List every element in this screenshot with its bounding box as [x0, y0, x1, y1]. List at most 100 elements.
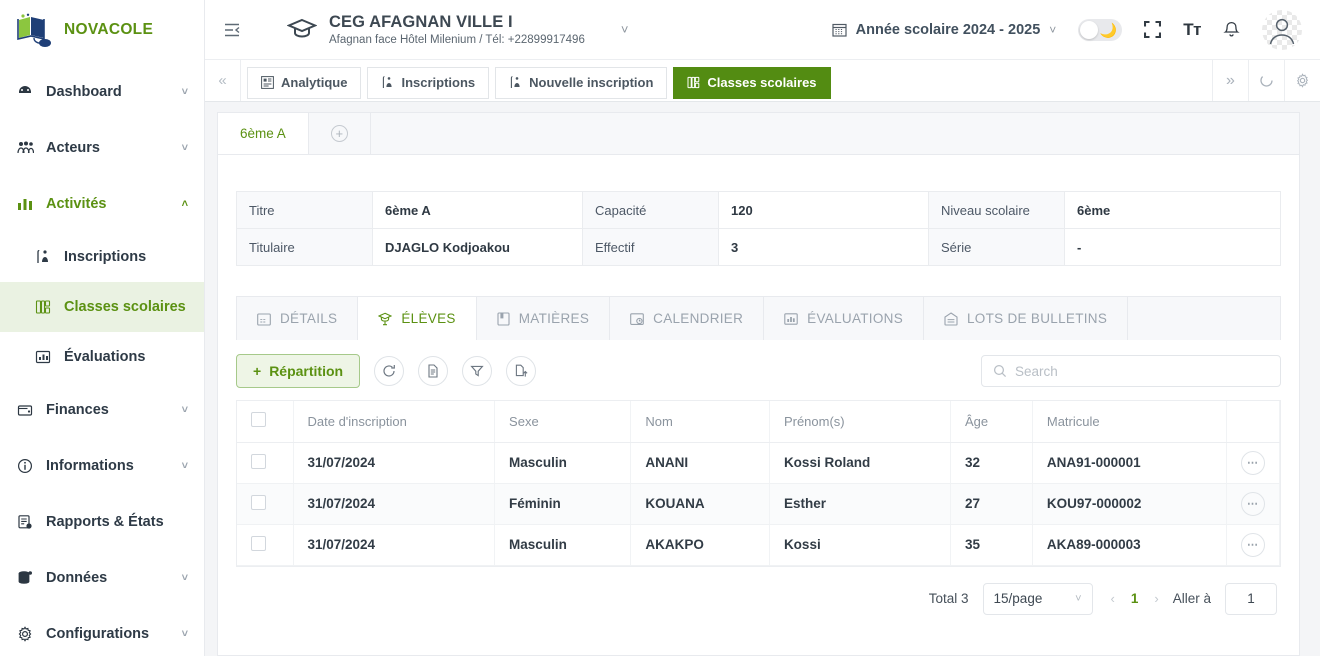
- sidebar-item-rapports-etats[interactable]: Rapports & États: [0, 494, 204, 550]
- row-select-cell: [237, 524, 294, 566]
- repartition-button[interactable]: + Répartition: [236, 354, 361, 388]
- tab-label: Classes scolaires: [707, 75, 817, 90]
- refresh-icon[interactable]: [1248, 60, 1284, 101]
- row-checkbox[interactable]: [251, 494, 266, 510]
- sidebar-item-configurations[interactable]: Configurations ˅: [0, 606, 204, 656]
- sidebar-nav: Dashboard ˅ Acteurs ˅ Activités ˄ Inscri…: [0, 60, 204, 656]
- gear-icon[interactable]: [1284, 60, 1320, 101]
- ellipsis-icon[interactable]: ⋯: [1241, 532, 1265, 557]
- tab-nouvelle-inscription[interactable]: Nouvelle inscription: [495, 66, 668, 99]
- tab-eleves[interactable]: ÉLÈVES: [358, 297, 477, 340]
- column-header-nom[interactable]: Nom: [630, 401, 770, 443]
- sidebar-collapse-icon[interactable]: [217, 15, 247, 45]
- page-number-1[interactable]: 1: [1131, 591, 1139, 606]
- gear-icon: [16, 625, 34, 643]
- pagination: Total 3 15/page ˅ ‹ 1 › Aller à: [218, 567, 1299, 615]
- table-row[interactable]: 31/07/2024 Féminin KOUANA Esther 27 KOU9…: [237, 483, 1280, 525]
- fullscreen-icon[interactable]: [1144, 21, 1162, 38]
- info-row: Titulaire DJAGLO Kodjoakou Effectif 3 Sé…: [236, 228, 1281, 266]
- column-header-age[interactable]: Âge: [950, 401, 1033, 443]
- column-header-date[interactable]: Date d'inscription: [293, 401, 496, 443]
- brand[interactable]: NOVACOLE: [0, 0, 204, 60]
- search-box[interactable]: [981, 355, 1281, 387]
- double-chevron-right-icon[interactable]: »: [1212, 60, 1248, 101]
- refresh-button[interactable]: [374, 356, 405, 386]
- sidebar: NOVACOLE Dashboard ˅ Acteurs ˅ Activités…: [0, 0, 205, 656]
- sidebar-item-acteurs[interactable]: Acteurs ˅: [0, 120, 204, 176]
- table-row[interactable]: 31/07/2024 Masculin AKAKPO Kossi 35 AKA8…: [237, 524, 1280, 566]
- goto-page-input[interactable]: [1225, 582, 1277, 615]
- sidebar-subitem-label: Classes scolaires: [64, 299, 186, 315]
- table-head: Date d'inscription Sexe Nom Prénom(s) Âg…: [237, 401, 1280, 443]
- class-tab-6eme-a[interactable]: 6ème A: [218, 113, 309, 154]
- tab-label: Nouvelle inscription: [529, 75, 654, 90]
- sidebar-item-inscriptions[interactable]: Inscriptions: [0, 232, 204, 282]
- classroom-icon: [34, 299, 52, 315]
- tab-matieres[interactable]: MATIÈRES: [477, 297, 611, 340]
- class-info-table: Titre 6ème A Capacité 120 Niveau scolair…: [236, 191, 1281, 266]
- school-name: CEG AFAGNAN VILLE I: [329, 12, 513, 31]
- cell-nom: ANANI: [630, 442, 770, 484]
- enrollment-icon: [34, 249, 52, 265]
- ellipsis-icon[interactable]: ⋯: [1241, 491, 1265, 516]
- page-size-select[interactable]: 15/page ˅: [982, 582, 1093, 615]
- document-button[interactable]: [418, 356, 449, 386]
- sidebar-item-finances[interactable]: Finances ˅: [0, 382, 204, 438]
- tab-analytique[interactable]: Analytique: [247, 66, 362, 99]
- tab-classes-scolaires[interactable]: Classes scolaires: [673, 66, 831, 99]
- row-checkbox[interactable]: [251, 453, 266, 469]
- cell-date: 31/07/2024: [293, 524, 496, 566]
- sidebar-item-evaluations[interactable]: Évaluations: [0, 332, 204, 382]
- topbar: CEG AFAGNAN VILLE I Afagnan face Hôtel M…: [205, 0, 1320, 60]
- sidebar-item-dashboard[interactable]: Dashboard ˅: [0, 64, 204, 120]
- sidebar-item-informations[interactable]: Informations ˅: [0, 438, 204, 494]
- ellipsis-icon[interactable]: ⋯: [1241, 450, 1265, 475]
- analytics-icon: [261, 76, 274, 89]
- tab-lots-de-bulletins[interactable]: LOTS DE BULLETINS: [924, 297, 1129, 340]
- tab-inscriptions[interactable]: Inscriptions: [367, 66, 490, 99]
- cell-prenom: Kossi Roland: [769, 442, 951, 484]
- avatar[interactable]: [1262, 9, 1302, 50]
- double-chevron-left-icon[interactable]: «: [205, 60, 241, 101]
- main-area: CEG AFAGNAN VILLE I Afagnan face Hôtel M…: [205, 0, 1320, 656]
- table-row[interactable]: 31/07/2024 Masculin ANANI Kossi Roland 3…: [237, 442, 1280, 484]
- column-header-sexe[interactable]: Sexe: [494, 401, 632, 443]
- goto-label: Aller à: [1172, 591, 1211, 606]
- calendar-clock-icon: [630, 312, 644, 326]
- sidebar-item-activites[interactable]: Activités ˄: [0, 176, 204, 232]
- school-year-selector[interactable]: Année scolaire 2024 - 2025 ˅: [832, 22, 1056, 38]
- cell-prenom: Kossi: [769, 524, 951, 566]
- school-subtitle: Afagnan face Hôtel Milenium / Tél: +2289…: [329, 34, 585, 47]
- chevron-down-icon: ˅: [181, 404, 188, 416]
- content-area: 6ème A + Titre 6ème A Capacité 120 Nivea…: [205, 102, 1320, 656]
- cell-age: 35: [950, 524, 1033, 566]
- sidebar-subitem-label: Évaluations: [64, 349, 146, 365]
- chevron-down-icon: ˅: [181, 86, 188, 98]
- add-class-tab-button[interactable]: +: [309, 113, 371, 154]
- tab-label: CALENDRIER: [653, 311, 744, 326]
- column-header-prenom[interactable]: Prénom(s): [769, 401, 951, 443]
- theme-toggle[interactable]: 🌙: [1078, 18, 1123, 41]
- row-checkbox[interactable]: [251, 535, 266, 551]
- sidebar-item-donnees[interactable]: Données ˅: [0, 550, 204, 606]
- bell-icon[interactable]: [1223, 21, 1240, 39]
- chevron-down-icon[interactable]: ˅: [621, 22, 629, 37]
- info-label: Effectif: [582, 228, 719, 266]
- chevron-right-icon[interactable]: ›: [1154, 591, 1158, 606]
- school-selector[interactable]: CEG AFAGNAN VILLE I Afagnan face Hôtel M…: [287, 13, 628, 46]
- text-size-button[interactable]: Tт: [1183, 20, 1201, 40]
- export-button[interactable]: [506, 356, 537, 386]
- info-label: Titulaire: [236, 228, 373, 266]
- column-header-matricule[interactable]: Matricule: [1032, 401, 1228, 443]
- tab-evaluations[interactable]: ÉVALUATIONS: [764, 297, 924, 340]
- tab-details[interactable]: DÉTAILS: [237, 297, 359, 340]
- sidebar-item-classes-scolaires[interactable]: Classes scolaires: [0, 282, 204, 332]
- row-select-cell: [237, 442, 294, 484]
- filter-button[interactable]: [462, 356, 493, 386]
- select-all-checkbox[interactable]: [251, 412, 266, 428]
- chevron-left-icon[interactable]: ‹: [1111, 591, 1115, 606]
- calendar-icon: [832, 22, 847, 37]
- info-row: Titre 6ème A Capacité 120 Niveau scolair…: [236, 191, 1281, 229]
- tab-calendrier[interactable]: CALENDRIER: [610, 297, 765, 340]
- search-input[interactable]: [1015, 363, 1269, 379]
